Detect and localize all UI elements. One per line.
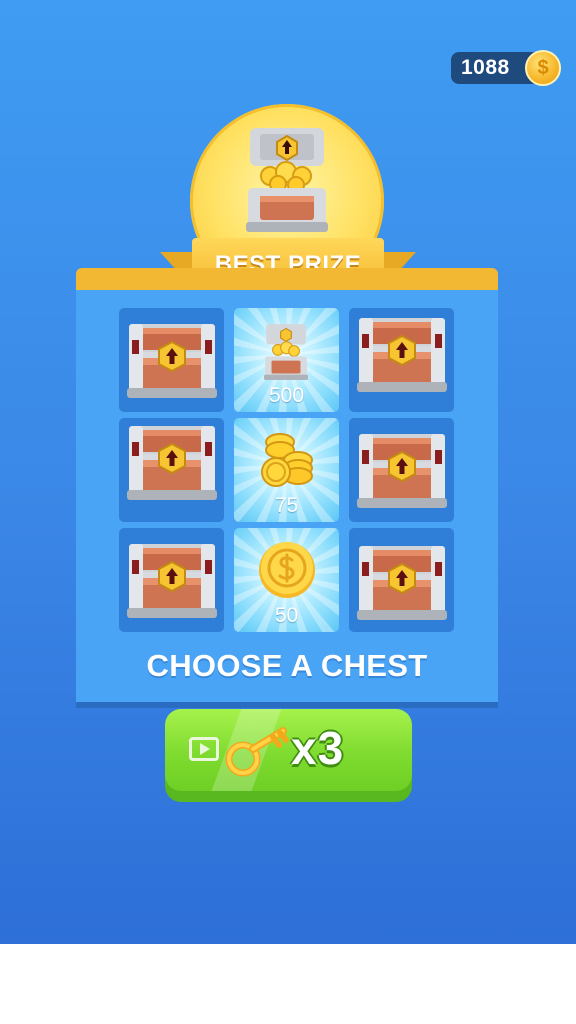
button-face: x3 [165,709,412,791]
coin-amount: 1088 [461,56,510,79]
locked-chest-icon [357,433,447,508]
locked-chest-icon [357,545,447,620]
panel-header-bar [76,268,498,290]
locked-chest-icon [357,317,447,392]
choose-chest-title: CHOOSE A CHEST [146,648,428,683]
reward-value: 75 [274,494,299,517]
reward-slot-chest: 500 [234,308,339,412]
locked-chest-icon [127,323,217,398]
coin-stack-icon [261,433,313,487]
best-prize-chest-icon [246,128,328,232]
coin-icon: $ [525,50,561,86]
video-play-icon [189,737,219,761]
chest-slot-2[interactable] [349,308,454,412]
chest-slot-3[interactable] [119,418,224,522]
reward-value: 500 [268,384,305,407]
locked-chest-icon [127,543,217,618]
game-screen: 1088 $ BEST PRIZE 500 75 50 CHOOSE A CHE… [0,0,576,944]
watch-ad-keys-button[interactable]: x3 [165,709,412,802]
treasure-chest-icon [264,324,308,380]
chest-slot-1[interactable] [119,308,224,412]
chest-slot-5[interactable] [119,528,224,632]
chest-slot-4[interactable] [349,418,454,522]
coin-icon [259,542,315,598]
key-icon [225,727,289,777]
chest-slot-6[interactable] [349,528,454,632]
key-count: x3 [291,722,345,774]
locked-chest-icon [127,425,217,500]
coin-symbol: $ [537,57,549,79]
reward-slot-coin-stack: 75 [234,418,339,522]
coin-counter: 1088 $ [451,50,561,86]
reward-value: 50 [274,604,299,627]
reward-slot-coin: 50 [234,528,339,632]
